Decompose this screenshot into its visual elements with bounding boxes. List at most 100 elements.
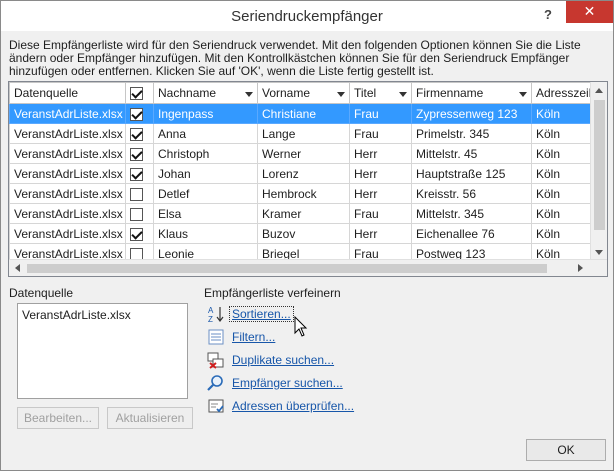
validate-addresses-link[interactable]: Adressen überprüfen... [232,399,354,413]
cell-datasource: VeranstAdrListe.xlsx [9,203,126,224]
vertical-scrollbar[interactable] [590,82,607,260]
include-checkbox[interactable] [130,167,143,181]
cell-include[interactable] [125,183,154,204]
cell-company: Eichenallee 76 [411,223,532,244]
cell-datasource: VeranstAdrListe.xlsx [9,143,126,164]
help-button[interactable]: ? [537,4,559,26]
cell-include[interactable] [125,163,154,184]
table-header-row: Datenquelle Nachname Vorname Titel Firme… [9,82,592,104]
cell-company: Primelstr. 345 [411,123,532,144]
cell-firstname: Kramer [257,203,350,224]
sort-az-icon: A Z [208,306,224,323]
datasource-list[interactable]: VeranstAdrListe.xlsx [17,303,188,399]
table-row[interactable]: VeranstAdrListe.xlsx Elsa Kramer Frau Mittel… [9,203,592,224]
table-row[interactable]: VeranstAdrListe.xlsx Ingenpass Christiane F… [9,103,592,124]
cell-address: Köln [531,183,592,204]
include-checkbox[interactable] [130,107,143,121]
table-row[interactable]: VeranstAdrListe.xlsx Anna Lange Frau Primels… [9,123,592,144]
cell-include[interactable] [125,103,154,124]
scrollbar-thumb[interactable] [27,264,547,273]
dialog-title: Seriendruckempfänger [231,8,383,25]
horizontal-scrollbar[interactable] [9,259,607,276]
mouse-pointer-icon [294,316,308,337]
cell-address: Köln [531,163,592,184]
column-header-firstname[interactable]: Vorname [257,82,350,104]
cell-datasource: VeranstAdrListe.xlsx [9,103,126,124]
column-header-title[interactable]: Titel [349,82,412,104]
column-header-address[interactable]: Adresszeile 1 [531,82,592,104]
description-text: Diese Empfängerliste wird für den Serien… [9,38,581,78]
cell-title: Herr [349,223,412,244]
cell-include[interactable] [125,203,154,224]
scroll-right-icon[interactable] [578,264,583,272]
chevron-down-icon[interactable] [245,92,253,97]
cell-lastname: Ingenpass [153,103,258,124]
cell-firstname: Werner [257,143,350,164]
table-row[interactable]: VeranstAdrListe.xlsx Johan Lorenz Herr Haupt… [9,163,592,184]
cell-datasource: VeranstAdrListe.xlsx [9,123,126,144]
table-row[interactable]: VeranstAdrListe.xlsx Detlef Hembrock Herr Kr… [9,183,592,204]
cell-address: Köln [531,203,592,224]
cell-include[interactable] [125,143,154,164]
cell-title: Frau [349,203,412,224]
mail-merge-recipients-dialog: Seriendruckempfänger ? ✕ Diese Empfänger… [0,0,614,471]
refresh-button[interactable]: Aktualisieren [107,407,193,429]
cell-address: Köln [531,143,592,164]
find-recipient-icon [207,375,223,391]
find-recipient-link[interactable]: Empfänger suchen... [232,376,343,390]
column-header-company[interactable]: Firmenname [411,82,532,104]
include-checkbox[interactable] [130,187,143,201]
svg-text:A: A [208,306,214,315]
datasource-label: Datenquelle [9,286,74,300]
cell-company: Mittelstr. 45 [411,143,532,164]
duplicates-link[interactable]: Duplikate suchen... [232,353,334,367]
scroll-left-icon[interactable] [15,264,20,272]
edit-button[interactable]: Bearbeiten... [17,407,99,429]
include-checkbox[interactable] [130,147,143,161]
title-bar: Seriendruckempfänger ? ✕ [1,1,613,31]
table-row[interactable]: VeranstAdrListe.xlsx Christoph Werner Herr M… [9,143,592,164]
include-checkbox[interactable] [130,127,143,141]
duplicates-icon [207,352,224,369]
cell-firstname: Lorenz [257,163,350,184]
select-all-checkbox[interactable] [130,87,143,101]
cell-lastname: Klaus [153,223,258,244]
scroll-up-icon[interactable] [595,88,603,93]
cell-lastname: Detlef [153,183,258,204]
cell-lastname: Johan [153,163,258,184]
close-button[interactable]: ✕ [566,1,613,23]
cell-title: Herr [349,163,412,184]
svg-text:Z: Z [208,315,213,323]
scrollbar-thumb[interactable] [594,100,605,230]
cell-firstname: Hembrock [257,183,350,204]
table-row[interactable]: VeranstAdrListe.xlsx Klaus Buzov Herr Eichen… [9,223,592,244]
include-checkbox[interactable] [130,227,143,241]
chevron-down-icon[interactable] [337,92,345,97]
cell-datasource: VeranstAdrListe.xlsx [9,163,126,184]
column-header-datasource[interactable]: Datenquelle [9,82,126,104]
recipient-table: Datenquelle Nachname Vorname Titel Firme… [9,82,592,264]
cell-include[interactable] [125,223,154,244]
cell-lastname: Anna [153,123,258,144]
cell-address: Köln [531,223,592,244]
chevron-down-icon[interactable] [399,92,407,97]
cell-title: Herr [349,183,412,204]
cell-company: Mittelstr. 345 [411,203,532,224]
cell-lastname: Elsa [153,203,258,224]
ok-button[interactable]: OK [526,439,606,461]
chevron-down-icon[interactable] [519,92,527,97]
cell-include[interactable] [125,123,154,144]
scroll-down-icon[interactable] [595,250,603,255]
datasource-list-item[interactable]: VeranstAdrListe.xlsx [22,308,183,322]
cell-company: Hauptstraße 125 [411,163,532,184]
cell-lastname: Christoph [153,143,258,164]
refine-label: Empfängerliste verfeinern [204,286,341,300]
recipient-list[interactable]: Datenquelle Nachname Vorname Titel Firme… [8,81,608,277]
column-header-include[interactable] [125,82,154,104]
cell-address: Köln [531,123,592,144]
filter-link[interactable]: Filtern... [232,330,275,344]
column-header-lastname[interactable]: Nachname [153,82,258,104]
cell-firstname: Buzov [257,223,350,244]
sort-link[interactable]: Sortieren... [229,306,294,322]
include-checkbox[interactable] [130,207,143,221]
